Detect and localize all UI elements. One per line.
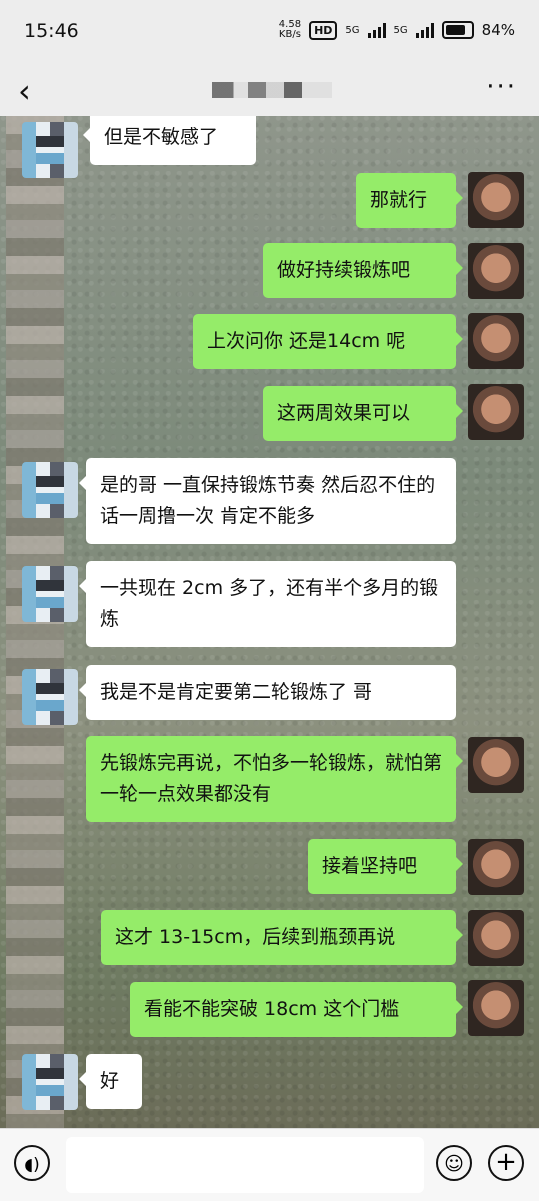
emoji-icon[interactable]: ☺ <box>436 1145 472 1181</box>
battery-level: 84% <box>481 21 515 39</box>
blurred-strip <box>6 116 64 1128</box>
contact-avatar[interactable] <box>22 462 78 518</box>
incoming-message[interactable]: 但是不敏感了 <box>83 116 256 165</box>
outgoing-message[interactable]: 做好持续锻炼吧 <box>263 243 463 298</box>
status-bar: 15:46 4.58 KB/s HD 5G 5G 84% <box>0 0 539 64</box>
plus-icon[interactable]: + <box>488 1145 524 1181</box>
signal-1-icon <box>367 22 386 38</box>
chat-area[interactable]: 但是不敏感了 那就行 做好持续锻炼吧 上次问你 还是14cm 呢 这两周效果可以… <box>0 116 539 1128</box>
outgoing-message[interactable]: 上次问你 还是14cm 呢 <box>193 314 463 369</box>
network-speed: 4.58 KB/s <box>279 20 301 40</box>
my-avatar[interactable] <box>468 980 524 1036</box>
my-avatar[interactable] <box>468 910 524 966</box>
network-speed-unit: KB/s <box>278 29 301 40</box>
my-avatar[interactable] <box>468 243 524 299</box>
my-avatar[interactable] <box>468 172 524 228</box>
incoming-message[interactable]: 我是不是肯定要第二轮锻炼了 哥 <box>79 665 456 720</box>
back-button[interactable]: ‹ <box>18 72 31 110</box>
contact-avatar[interactable] <box>22 1054 78 1110</box>
hd-icon: HD <box>309 20 338 40</box>
contact-name-blurred <box>212 82 332 98</box>
signal-2-label: 5G <box>393 24 408 36</box>
outgoing-message[interactable]: 看能不能突破 18cm 这个门槛 <box>130 982 463 1037</box>
battery-icon <box>441 21 474 39</box>
my-avatar[interactable] <box>468 839 524 895</box>
incoming-message[interactable]: 是的哥 一直保持锻炼节奏 然后忍不住的话一周撸一次 肯定不能多 <box>79 458 456 544</box>
my-avatar[interactable] <box>468 313 524 369</box>
message-input[interactable] <box>66 1137 424 1193</box>
signal-2-icon <box>415 22 434 38</box>
contact-avatar[interactable] <box>22 122 78 178</box>
contact-avatar[interactable] <box>22 566 78 622</box>
contact-avatar[interactable] <box>22 669 78 725</box>
status-icons: 4.58 KB/s HD 5G 5G 84% <box>279 20 515 40</box>
voice-input-icon[interactable]: ◖) <box>14 1145 50 1181</box>
outgoing-message[interactable]: 这两周效果可以 <box>263 386 463 441</box>
chat-header: ‹ ··· <box>0 64 539 116</box>
signal-1-label: 5G <box>345 24 360 36</box>
more-options-button[interactable]: ··· <box>486 72 517 102</box>
my-avatar[interactable] <box>468 384 524 440</box>
outgoing-message[interactable]: 这才 13-15cm，后续到瓶颈再说 <box>101 910 463 965</box>
my-avatar[interactable] <box>468 737 524 793</box>
clock: 15:46 <box>24 20 79 42</box>
outgoing-message[interactable]: 接着坚持吧 <box>308 839 463 894</box>
incoming-message[interactable]: 好 <box>79 1054 142 1109</box>
outgoing-message[interactable]: 那就行 <box>356 173 463 228</box>
input-bar: ◖) ☺ + <box>0 1128 539 1201</box>
outgoing-message[interactable]: 先锻炼完再说，不怕多一轮锻炼，就怕第一轮一点效果都没有 <box>86 736 463 822</box>
incoming-message[interactable]: 一共现在 2cm 多了，还有半个多月的锻炼 <box>79 561 456 647</box>
